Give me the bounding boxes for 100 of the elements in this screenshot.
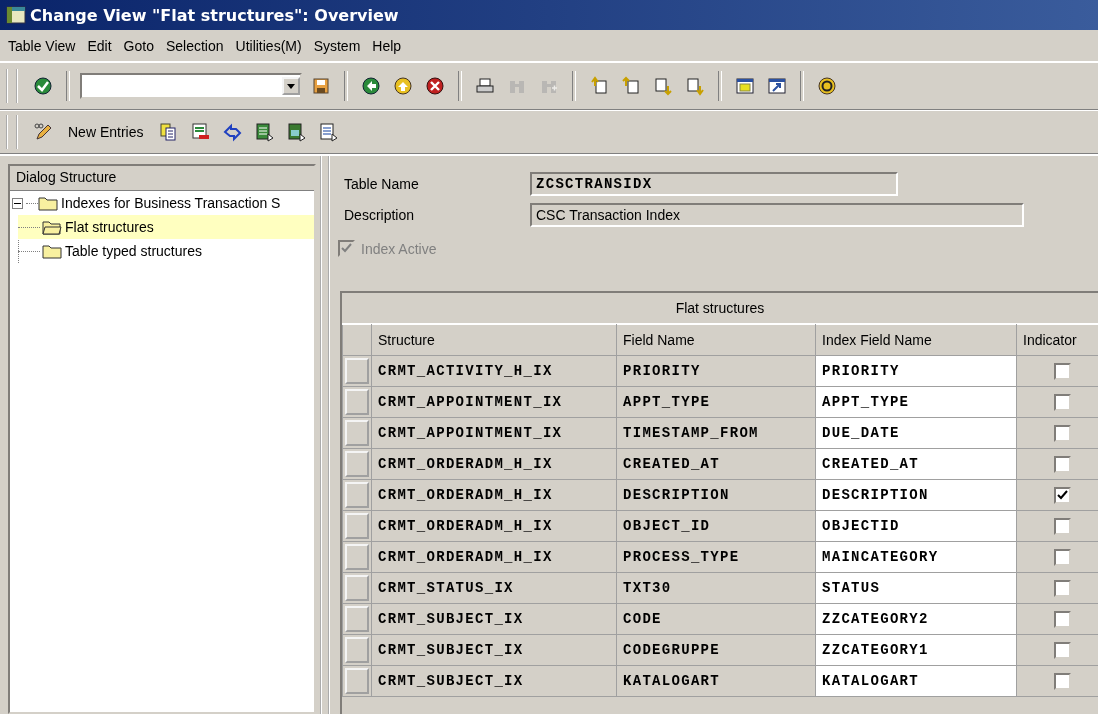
table-cell: CREATED_AT: [616, 448, 816, 480]
input-cell[interactable]: OBJECTID: [815, 510, 1017, 542]
select-block-icon: [286, 122, 307, 142]
input-cell[interactable]: ZZCATEGORY2: [815, 603, 1017, 635]
table-cell: TXT30: [616, 572, 816, 604]
help-icon: [817, 76, 837, 96]
table-cell: CODEGRUPPE: [616, 634, 816, 666]
input-cell[interactable]: APPT_TYPE: [815, 386, 1017, 418]
enter-icon: [33, 76, 53, 96]
row-selector[interactable]: [345, 513, 369, 539]
back-icon: [361, 76, 381, 96]
collapse-toggle[interactable]: [12, 197, 23, 209]
toolbar-grip[interactable]: [6, 115, 18, 149]
field-label: Table Name: [343, 175, 420, 192]
column-header[interactable]: Indicator: [1016, 324, 1098, 356]
field-label: Description: [343, 206, 416, 223]
menu-item[interactable]: Edit: [81, 35, 118, 56]
row-selector[interactable]: [345, 544, 369, 570]
table-cell: DESCRIPTION: [616, 479, 816, 511]
checkbox[interactable]: [1054, 486, 1071, 504]
checkbox[interactable]: [1054, 672, 1071, 690]
toolbar-grip[interactable]: [6, 69, 18, 103]
table-cell: PRIORITY: [616, 355, 816, 387]
table-view-icon: [6, 5, 26, 25]
row-selector[interactable]: [345, 358, 369, 384]
row-selector[interactable]: [345, 482, 369, 508]
checkbox-label: Index Active: [361, 240, 437, 257]
next-page-icon: [653, 76, 673, 96]
folder-icon: [42, 243, 62, 259]
row-selector[interactable]: [345, 451, 369, 477]
column-header[interactable]: Structure: [371, 324, 617, 356]
checkbox[interactable]: [1054, 517, 1071, 535]
printer-icon: [475, 76, 495, 96]
input-cell[interactable]: KATALOGART: [815, 665, 1017, 697]
input-field[interactable]: ZCSCTRANSIDX: [530, 171, 898, 196]
check-icon: [341, 243, 352, 254]
table-cell: CRMT_SUBJECT_IX: [371, 665, 617, 697]
menu-item[interactable]: Help: [366, 35, 408, 56]
table-cell: CRMT_SUBJECT_IX: [371, 634, 617, 666]
row-selector[interactable]: [345, 637, 369, 663]
menu-item[interactable]: Goto: [117, 35, 160, 56]
folder-icon: [38, 195, 58, 211]
table-cell: CRMT_STATUS_IX: [371, 572, 617, 604]
exit-icon: [393, 76, 413, 96]
column-header[interactable]: Index Field Name: [815, 324, 1017, 356]
last-page-icon: [685, 76, 705, 96]
row-selector[interactable]: [345, 575, 369, 601]
input-cell[interactable]: PRIORITY: [815, 355, 1017, 387]
shortcut-icon: [767, 76, 787, 96]
input-cell[interactable]: CREATED_AT: [815, 448, 1017, 480]
menu-item[interactable]: Table View: [2, 35, 82, 56]
row-selector[interactable]: [345, 420, 369, 446]
check-icon: [1057, 489, 1068, 501]
delete-rows-icon: [190, 122, 211, 142]
checkbox[interactable]: [1054, 579, 1071, 597]
input-cell[interactable]: STATUS: [815, 572, 1017, 604]
input-cell[interactable]: DUE_DATE: [815, 417, 1017, 449]
row-selector[interactable]: [345, 606, 369, 632]
input-cell[interactable]: DESCRIPTION: [815, 479, 1017, 511]
checkbox[interactable]: [1054, 362, 1071, 380]
panel-header: Dialog Structure: [10, 166, 314, 191]
table-cell: CRMT_APPOINTMENT_IX: [371, 386, 617, 418]
input-cell[interactable]: ZZCATEGORY1: [815, 634, 1017, 666]
menu-item[interactable]: System: [307, 35, 367, 56]
tree-item[interactable]: Table typed structures: [62, 241, 205, 261]
folder-icon: [42, 219, 62, 235]
table-cell: CODE: [616, 603, 816, 635]
table-cell: CRMT_ORDERADM_H_IX: [371, 541, 617, 573]
menu-item[interactable]: Utilities(M): [229, 35, 308, 56]
splitter[interactable]: [320, 156, 330, 714]
table-cell: CRMT_ORDERADM_H_IX: [371, 479, 617, 511]
cancel-icon: [425, 76, 445, 96]
first-page-icon: [589, 76, 609, 96]
save-icon: [311, 76, 331, 96]
new-entries-button[interactable]: New Entries: [62, 122, 150, 142]
input-field[interactable]: CSC Transaction Index: [530, 202, 1024, 227]
menu-item[interactable]: Selection: [159, 35, 230, 56]
caret-icon: [287, 83, 295, 89]
checkbox[interactable]: [1054, 455, 1071, 473]
checkbox[interactable]: [1054, 610, 1071, 628]
window-title: Change View "Flat structures": Overview: [30, 5, 399, 25]
row-selector[interactable]: [345, 389, 369, 415]
previous-page-icon: [621, 76, 641, 96]
row-selector[interactable]: [345, 668, 369, 694]
column-header[interactable]: Field Name: [616, 324, 816, 356]
input-cell[interactable]: MAINCATEGORY: [815, 541, 1017, 573]
table-cell: CRMT_ORDERADM_H_IX: [371, 448, 617, 480]
deselect-all-icon: [318, 122, 339, 142]
command-field[interactable]: [80, 73, 302, 99]
checkbox[interactable]: [1054, 548, 1071, 566]
checkbox[interactable]: [1054, 641, 1071, 659]
undo-arrow-icon: [222, 122, 243, 142]
table-cell: OBJECT_ID: [616, 510, 816, 542]
tree-item[interactable]: Indexes for Business Transaction S: [58, 193, 284, 213]
dropdown-button[interactable]: [282, 77, 300, 95]
pencil-icon: [33, 122, 53, 142]
checkbox[interactable]: [1054, 424, 1071, 442]
table-cell: TIMESTAMP_FROM: [616, 417, 816, 449]
table-cell: CRMT_SUBJECT_IX: [371, 603, 617, 635]
checkbox[interactable]: [1054, 393, 1071, 411]
